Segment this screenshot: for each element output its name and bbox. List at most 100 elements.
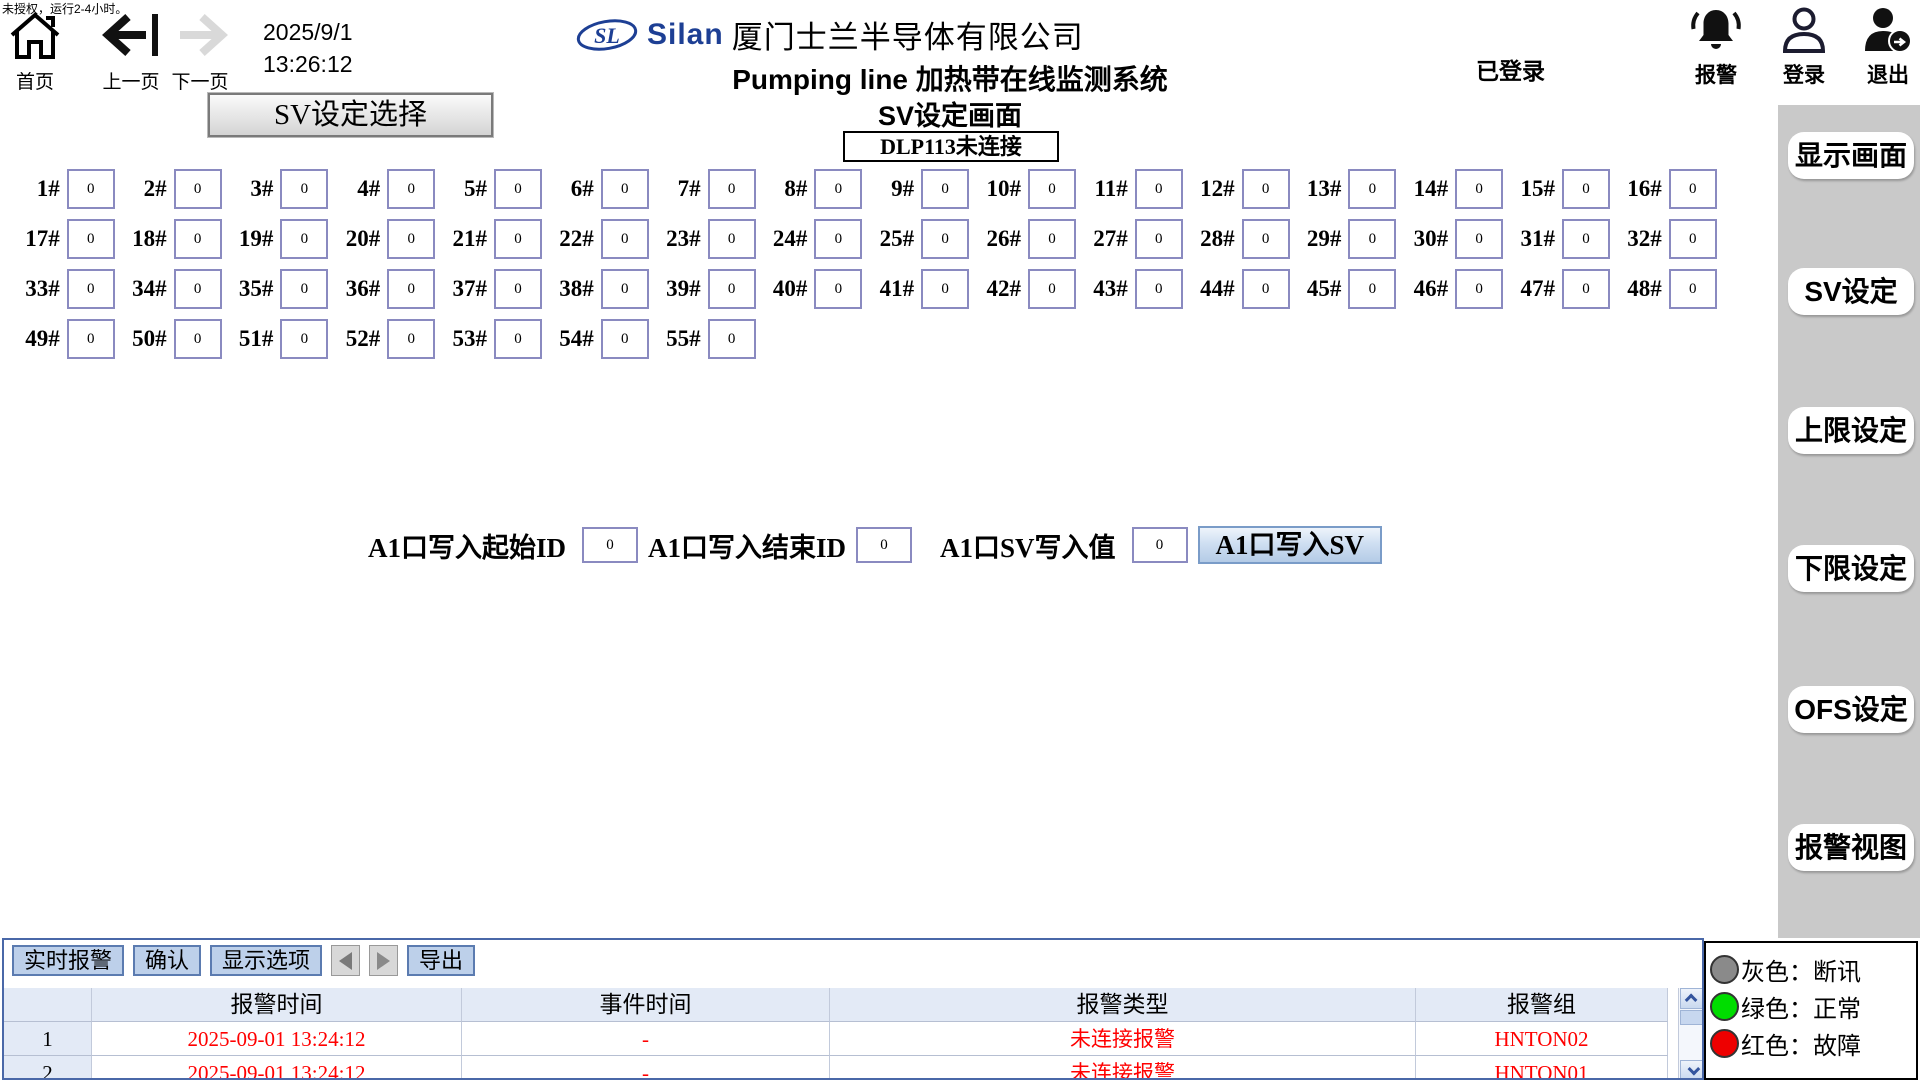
legend-item: 绿色：正常	[1710, 988, 1916, 1025]
prev-page-button[interactable]: 上一页	[96, 10, 166, 94]
sv-channel-cell: 33#0	[8, 269, 115, 309]
channel-sv-input[interactable]: 0	[1242, 219, 1290, 259]
alarm-table-scrollbar[interactable]	[1678, 988, 1704, 1080]
channel-sv-input[interactable]: 0	[921, 269, 969, 309]
login-button[interactable]: 登录	[1772, 6, 1836, 89]
channel-sv-input[interactable]: 0	[708, 219, 756, 259]
channel-sv-input[interactable]: 0	[1242, 169, 1290, 209]
channel-sv-input[interactable]: 0	[1669, 269, 1717, 309]
channel-sv-input[interactable]: 0	[1455, 219, 1503, 259]
channel-sv-input[interactable]: 0	[1455, 269, 1503, 309]
channel-sv-input[interactable]: 0	[494, 269, 542, 309]
scrollbar-thumb[interactable]	[1680, 1010, 1704, 1025]
scroll-down-button[interactable]	[1680, 1060, 1704, 1080]
channel-sv-input[interactable]: 0	[814, 219, 862, 259]
channel-sv-input[interactable]: 0	[387, 319, 435, 359]
channel-sv-input[interactable]: 0	[601, 219, 649, 259]
sv-channel-cell: 14#0	[1396, 169, 1503, 209]
channel-sv-input[interactable]: 0	[1669, 169, 1717, 209]
channel-sv-input[interactable]: 0	[1028, 169, 1076, 209]
channel-sv-input[interactable]: 0	[921, 169, 969, 209]
sidebar-button-显示画面[interactable]: 显示画面	[1788, 132, 1914, 179]
sidebar-button-OFS设定[interactable]: OFS设定	[1788, 686, 1914, 733]
home-button[interactable]: 首页	[4, 10, 66, 94]
channel-sv-input[interactable]: 0	[1455, 169, 1503, 209]
channel-sv-input[interactable]: 0	[387, 219, 435, 259]
channel-sv-input[interactable]: 0	[921, 219, 969, 259]
channel-sv-input[interactable]: 0	[174, 269, 222, 309]
page-left-button[interactable]	[331, 945, 360, 976]
channel-sv-input[interactable]: 0	[494, 319, 542, 359]
channel-label: 40#	[773, 276, 808, 302]
alarm-table-row[interactable]: 22025-09-01 13:24:12-未连接报警HNTON01	[4, 1056, 1668, 1080]
channel-sv-input[interactable]: 0	[708, 269, 756, 309]
channel-sv-input[interactable]: 0	[67, 169, 115, 209]
sidebar-button-下限设定[interactable]: 下限设定	[1788, 545, 1914, 592]
channel-sv-input[interactable]: 0	[174, 219, 222, 259]
channel-sv-input[interactable]: 0	[174, 169, 222, 209]
ack-button[interactable]: 确认	[133, 945, 201, 976]
channel-sv-input[interactable]: 0	[387, 269, 435, 309]
alarm-table: 报警时间事件时间报警类型报警组12025-09-01 13:24:12-未连接报…	[4, 988, 1668, 1080]
alarm-button[interactable]: 报警	[1684, 6, 1748, 89]
sv-channel-cell: 10#0	[969, 169, 1076, 209]
channel-sv-input[interactable]: 0	[1348, 169, 1396, 209]
channel-sv-input[interactable]: 0	[67, 319, 115, 359]
sv-channel-cell: 15#0	[1503, 169, 1610, 209]
channel-sv-input[interactable]: 0	[708, 169, 756, 209]
channel-sv-input[interactable]: 0	[1028, 219, 1076, 259]
a1-end-id-input[interactable]: 0	[856, 527, 912, 563]
a1-write-sv-button[interactable]: A1口写入SV	[1198, 526, 1383, 564]
channel-sv-input[interactable]: 0	[1562, 269, 1610, 309]
channel-label: 2#	[144, 176, 167, 202]
channel-sv-input[interactable]: 0	[1562, 169, 1610, 209]
channel-sv-input[interactable]: 0	[67, 219, 115, 259]
channel-sv-input[interactable]: 0	[1348, 269, 1396, 309]
logout-button[interactable]: 退出	[1856, 6, 1920, 89]
channel-sv-input[interactable]: 0	[67, 269, 115, 309]
channel-sv-input[interactable]: 0	[494, 219, 542, 259]
channel-sv-input[interactable]: 0	[1242, 269, 1290, 309]
page-right-button[interactable]	[369, 945, 398, 976]
sv-channel-cell: 51#0	[222, 319, 329, 359]
channel-sv-input[interactable]: 0	[1135, 269, 1183, 309]
display-options-button[interactable]: 显示选项	[210, 945, 322, 976]
next-page-button[interactable]: 下一页	[168, 10, 232, 94]
channel-sv-input[interactable]: 0	[1135, 169, 1183, 209]
channel-sv-input[interactable]: 0	[494, 169, 542, 209]
sidebar-button-上限设定[interactable]: 上限设定	[1788, 407, 1914, 454]
legend-color-dot	[1710, 1029, 1739, 1058]
sidebar-button-SV设定[interactable]: SV设定	[1788, 268, 1914, 315]
realtime-alarm-button[interactable]: 实时报警	[12, 945, 124, 976]
sidebar-button-报警视图[interactable]: 报警视图	[1788, 824, 1914, 871]
channel-sv-input[interactable]: 0	[814, 169, 862, 209]
alarm-table-row[interactable]: 12025-09-01 13:24:12-未连接报警HNTON02	[4, 1022, 1668, 1056]
channel-label: 54#	[559, 326, 594, 352]
channel-sv-input[interactable]: 0	[1669, 219, 1717, 259]
chevron-up-icon	[1684, 994, 1697, 1007]
channel-sv-input[interactable]: 0	[387, 169, 435, 209]
channel-sv-input[interactable]: 0	[1028, 269, 1076, 309]
channel-sv-input[interactable]: 0	[1135, 219, 1183, 259]
channel-sv-input[interactable]: 0	[174, 319, 222, 359]
channel-sv-input[interactable]: 0	[1562, 219, 1610, 259]
channel-sv-input[interactable]: 0	[280, 219, 328, 259]
channel-sv-input[interactable]: 0	[601, 319, 649, 359]
channel-sv-input[interactable]: 0	[814, 269, 862, 309]
legend-label: 灰色：断讯	[1741, 952, 1861, 987]
channel-label: 8#	[784, 176, 807, 202]
scroll-up-button[interactable]	[1680, 988, 1704, 1009]
channel-sv-input[interactable]: 0	[1348, 219, 1396, 259]
channel-sv-input[interactable]: 0	[280, 269, 328, 309]
a1-sv-value-input[interactable]: 0	[1132, 527, 1188, 563]
sv-select-button[interactable]: SV设定选择	[208, 93, 493, 137]
channel-sv-input[interactable]: 0	[280, 169, 328, 209]
sv-channel-row: 33#034#035#036#037#038#039#040#041#042#0…	[8, 269, 1723, 309]
export-button[interactable]: 导出	[407, 945, 475, 976]
a1-start-id-input[interactable]: 0	[582, 527, 638, 563]
channel-sv-input[interactable]: 0	[601, 169, 649, 209]
channel-sv-input[interactable]: 0	[601, 269, 649, 309]
channel-sv-input[interactable]: 0	[280, 319, 328, 359]
channel-sv-input[interactable]: 0	[708, 319, 756, 359]
sv-channel-cell: 4#0	[328, 169, 435, 209]
